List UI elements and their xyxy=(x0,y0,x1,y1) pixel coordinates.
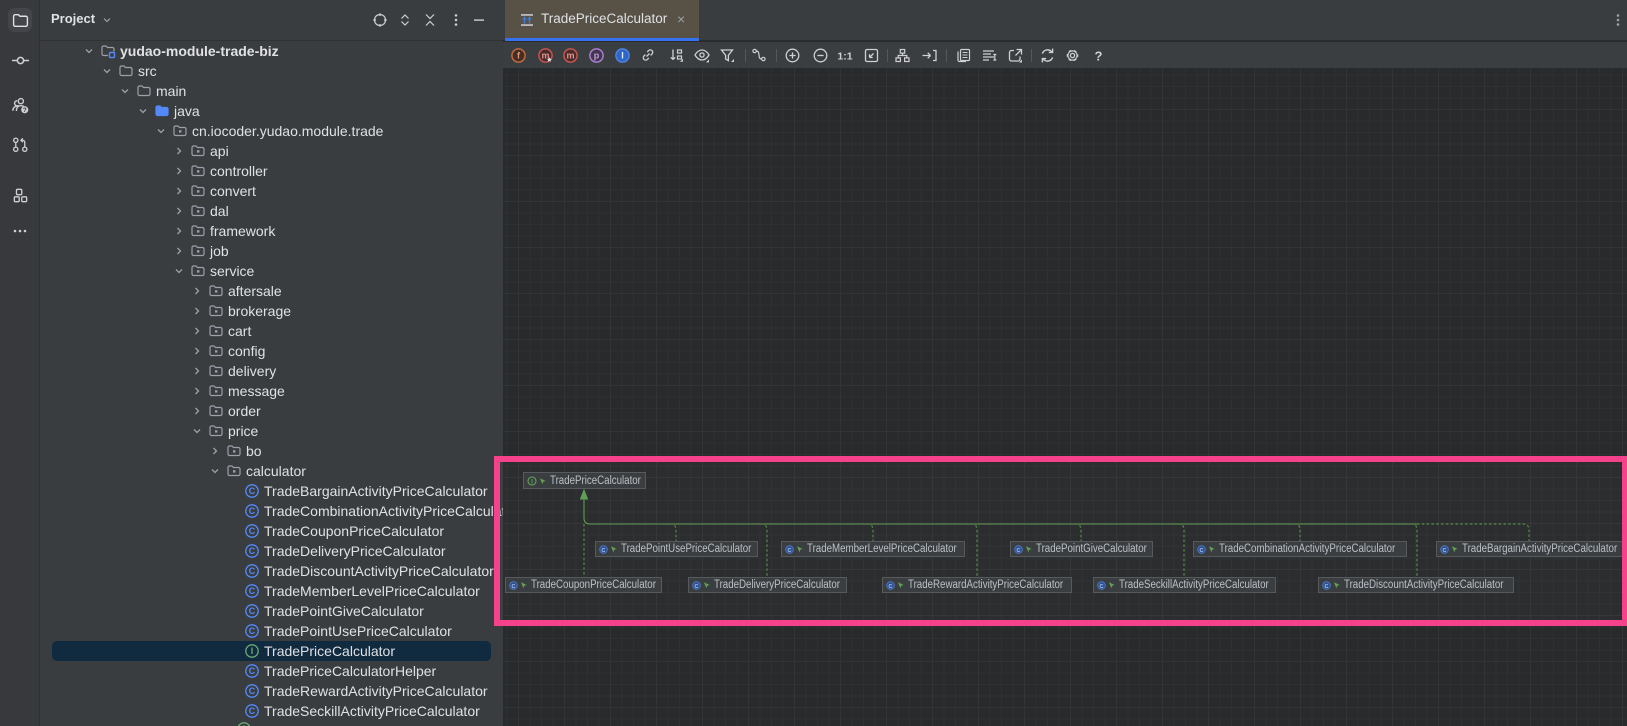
svg-text:C: C xyxy=(249,586,256,596)
svg-text:1:1: 1:1 xyxy=(837,50,852,62)
svg-text:C: C xyxy=(249,666,256,676)
svg-text:C: C xyxy=(249,706,256,716)
svg-text:C: C xyxy=(249,566,256,576)
svg-text:C: C xyxy=(249,686,256,696)
svg-text:I: I xyxy=(621,50,624,60)
svg-text:C: C xyxy=(249,606,256,616)
svg-text:C: C xyxy=(249,526,256,536)
svg-text:?: ? xyxy=(22,107,26,114)
svg-text:I: I xyxy=(251,646,254,656)
svg-text:?: ? xyxy=(1094,48,1102,63)
svg-text:C: C xyxy=(249,506,256,516)
svg-text:C: C xyxy=(249,626,256,636)
svg-text:m: m xyxy=(566,50,574,60)
svg-text:C: C xyxy=(249,486,256,496)
svg-text:p: p xyxy=(593,50,599,60)
svg-text:C: C xyxy=(249,546,256,556)
